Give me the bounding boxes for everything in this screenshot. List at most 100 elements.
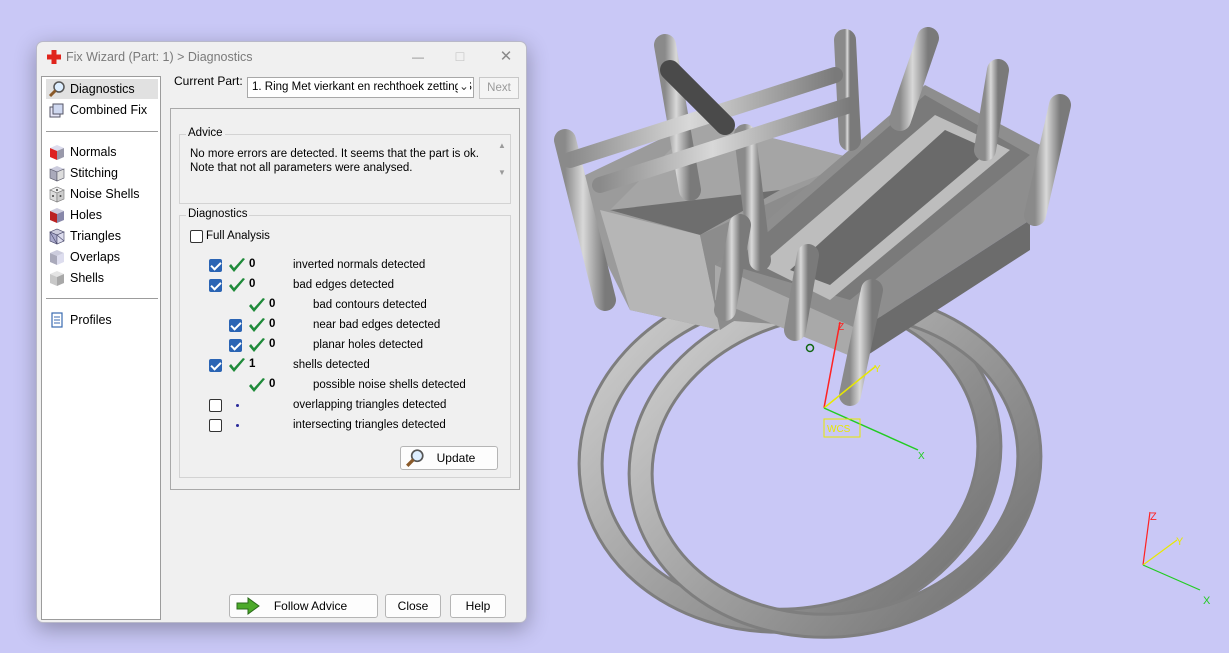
diagnostic-label: near bad edges detected: [313, 319, 441, 331]
cube-stitching-icon: [49, 166, 65, 182]
scroll-up-icon[interactable]: ▲: [494, 141, 510, 150]
advice-line-2: Note that not all parameters were analys…: [190, 162, 413, 174]
diagnostic-count: 0: [269, 338, 276, 350]
diagnostic-checkbox[interactable]: [229, 339, 242, 352]
diagnostics-panel: Advice No more errors are detected. It s…: [170, 108, 520, 490]
update-label: Update: [436, 451, 476, 465]
nav-label-triangles: Triangles: [70, 229, 121, 243]
diagnostic-count: 1: [249, 358, 256, 370]
current-part-label: Current Part:: [174, 74, 243, 88]
nav-item-diagnostics[interactable]: Diagnostics: [46, 79, 158, 99]
advice-title: Advice: [186, 127, 225, 139]
stack-icon: [49, 103, 64, 118]
not-analysed-dot: [236, 404, 239, 407]
nav-item-triangles[interactable]: Triangles: [46, 226, 158, 246]
follow-advice-button[interactable]: Follow Advice: [229, 594, 378, 618]
diagnostic-row: 0 inverted normals detected: [180, 256, 510, 276]
diagnostic-checkbox[interactable]: [209, 259, 222, 272]
current-part-select[interactable]: 1. Ring Met vierkant en rechthoek zettin…: [247, 77, 474, 98]
diagnostic-checkbox[interactable]: [209, 419, 222, 432]
nav-label-shells: Shells: [70, 271, 105, 285]
diagnostic-count: 0: [269, 298, 276, 310]
cube-overlaps-icon: [50, 250, 64, 265]
nav-item-shells[interactable]: Shells: [46, 268, 158, 288]
close-window-button[interactable]: ✕: [496, 48, 516, 66]
triad-x-label: X: [1203, 595, 1211, 607]
nav-label-stitching: Stitching: [70, 166, 118, 180]
document-icon: [51, 312, 63, 328]
diagnostics-title: Diagnostics: [186, 208, 250, 220]
advice-group: Advice No more errors are detected. It s…: [179, 127, 511, 204]
magnifier-icon: [48, 81, 65, 98]
wcs-label: WCS: [827, 424, 851, 435]
diagnostic-row: 0 bad edges detected: [180, 276, 510, 296]
close-button[interactable]: Close: [385, 594, 441, 618]
advice-scrollbar[interactable]: ▲ ▼: [494, 141, 510, 191]
nav-item-holes[interactable]: Holes: [46, 205, 158, 225]
diagnostic-label: overlapping triangles detected: [293, 399, 447, 411]
title-bar[interactable]: Fix Wizard (Part: 1) > Diagnostics — ☐ ✕: [37, 42, 526, 72]
green-check-icon: [249, 338, 265, 352]
wcs-z-label: Z: [838, 322, 844, 333]
maximize-button[interactable]: ☐: [450, 48, 470, 66]
diagnostic-label: planar holes detected: [313, 339, 423, 351]
arrow-right-icon: [236, 597, 260, 615]
nav-item-normals[interactable]: Normals: [46, 142, 158, 162]
diagnostic-count: 0: [249, 258, 256, 270]
window-title: Fix Wizard (Part: 1) > Diagnostics: [66, 50, 253, 64]
nav-label-noise-shells: Noise Shells: [70, 187, 140, 201]
cube-normals-icon: [50, 145, 64, 160]
diagnostic-label: bad contours detected: [313, 299, 427, 311]
diagnostic-checkbox[interactable]: [229, 319, 242, 332]
not-analysed-dot: [236, 424, 239, 427]
nav-item-combined-fix[interactable]: Combined Fix: [46, 100, 158, 120]
diagnostic-checkbox[interactable]: [209, 279, 222, 292]
update-button[interactable]: Update: [400, 446, 498, 470]
minimize-button[interactable]: —: [408, 48, 428, 66]
diagnostics-group: Diagnostics Full Analysis 0 inverted norm…: [179, 208, 511, 478]
diagnostic-label: bad edges detected: [293, 279, 395, 291]
diagnostic-row: 0 near bad edges detected: [180, 316, 510, 336]
nav-item-overlaps[interactable]: Overlaps: [46, 247, 158, 267]
diagnostic-count: 0: [249, 278, 256, 290]
nav-separator: [46, 131, 158, 132]
diagnostic-count: 0: [269, 378, 276, 390]
cube-shells-icon: [50, 271, 64, 286]
wizard-nav: Diagnostics Combined Fix Normals Stitchi…: [41, 76, 161, 620]
nav-label-diagnostics: Diagnostics: [70, 82, 135, 96]
green-check-icon: [249, 318, 265, 332]
triad-z-label: Z: [1150, 511, 1157, 523]
diagnostic-row: 1 shells detected: [180, 356, 510, 376]
orientation-triad: Z Y X: [1142, 511, 1211, 607]
diagnostic-label: possible noise shells detected: [313, 379, 466, 391]
cube-triangles-icon: [49, 228, 65, 245]
next-button[interactable]: Next: [479, 77, 519, 99]
nav-item-profiles[interactable]: Profiles: [46, 310, 158, 330]
nav-label-holes: Holes: [70, 208, 102, 222]
diagnostic-count: 0: [269, 318, 276, 330]
diagnostic-checkbox[interactable]: [209, 359, 222, 372]
diagnostic-row: overlapping triangles detected: [180, 396, 510, 416]
scroll-down-icon[interactable]: ▼: [494, 168, 510, 177]
green-check-icon: [229, 358, 245, 372]
nav-label-normals: Normals: [70, 145, 117, 159]
green-check-icon: [249, 298, 265, 312]
diagnostic-row: 0 possible noise shells detected: [180, 376, 510, 396]
diagnostic-checkbox[interactable]: [209, 399, 222, 412]
nav-label-combined-fix: Combined Fix: [70, 103, 148, 117]
nav-item-stitching[interactable]: Stitching: [46, 163, 158, 183]
diagnostic-label: intersecting triangles detected: [293, 419, 446, 431]
diagnostic-row: intersecting triangles detected: [180, 416, 510, 436]
chevron-down-icon: ⌄: [458, 78, 470, 97]
triad-y-label: Y: [1176, 536, 1184, 548]
diagnostic-row: 0 bad contours detected: [180, 296, 510, 316]
nav-item-noise-shells[interactable]: Noise Shells: [46, 184, 158, 204]
red-cross-icon: [47, 50, 61, 64]
diagnostic-label: shells detected: [293, 359, 370, 371]
full-analysis-checkbox[interactable]: [190, 230, 203, 243]
help-button[interactable]: Help: [450, 594, 506, 618]
current-part-value: 1. Ring Met vierkant en rechthoek zettin…: [252, 81, 472, 93]
diagnostic-row: 0 planar holes detected: [180, 336, 510, 356]
cube-holes-icon: [50, 208, 64, 223]
green-check-icon: [249, 378, 265, 392]
